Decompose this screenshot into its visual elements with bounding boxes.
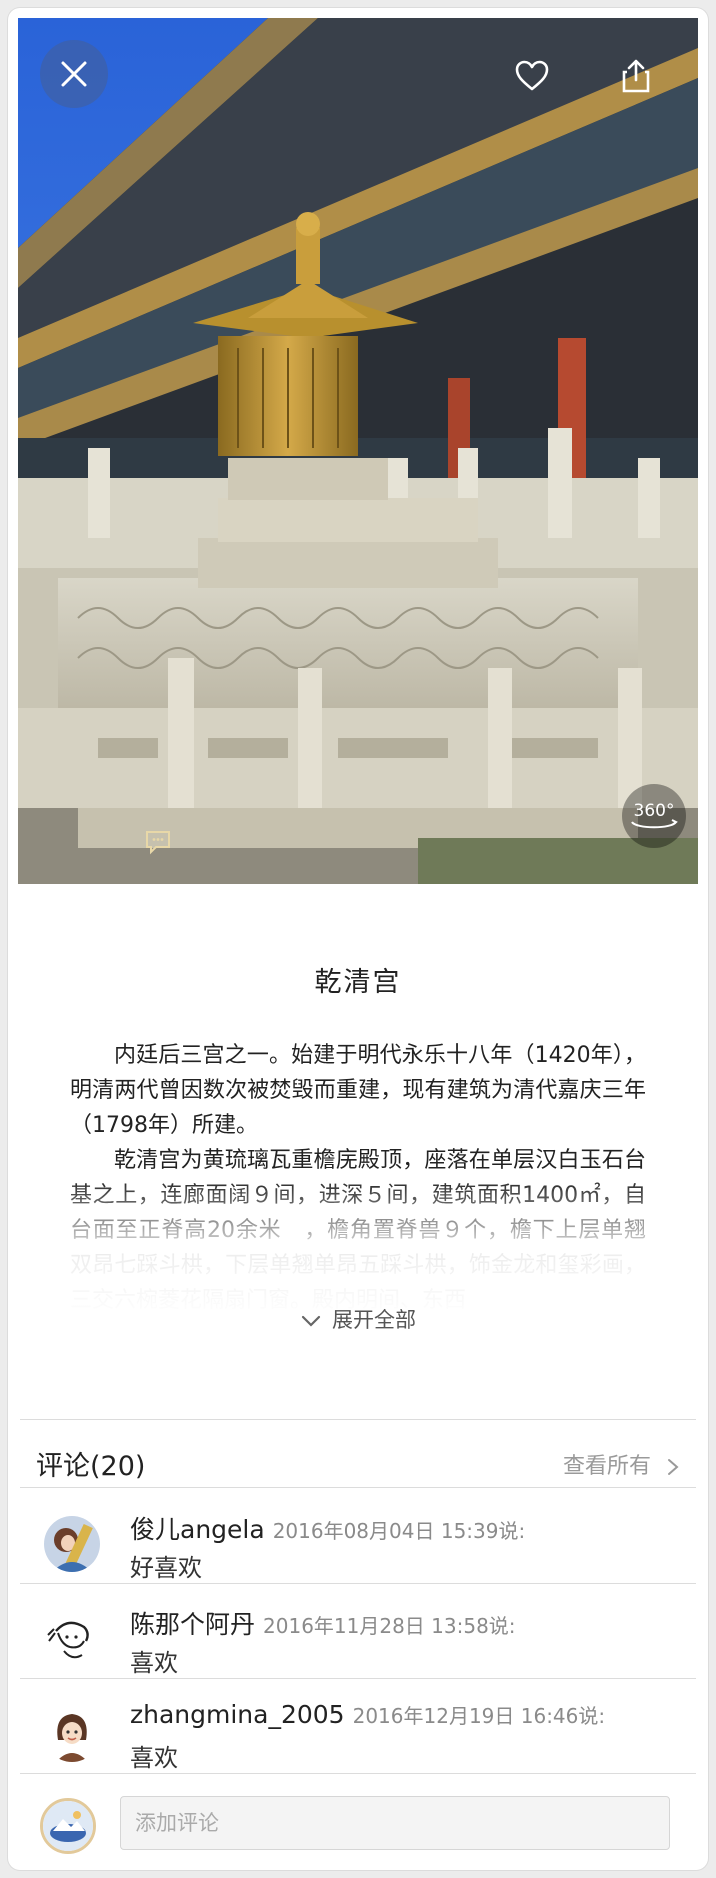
comments-header: 评论(20) xyxy=(36,1451,146,1482)
comment-text: 喜欢 xyxy=(130,1744,178,1772)
view-all-label: 查看所有 xyxy=(562,1454,651,1479)
divider xyxy=(20,1487,696,1488)
avatar[interactable] xyxy=(44,1706,100,1762)
chevron-down-icon xyxy=(301,1315,321,1327)
expand-all-label: 展开全部 xyxy=(332,1308,416,1332)
expand-all-button[interactable]: 展开全部 xyxy=(8,1304,708,1334)
comment-timestamp: 2016年08月04日 15:39说: xyxy=(272,1519,526,1543)
add-comment-input[interactable] xyxy=(120,1796,670,1850)
detail-card: 360° 乾清宫 内廷后三宫之一。始建于明代永乐十八年（1420年），明清两代曾… xyxy=(8,8,708,1870)
current-user-avatar xyxy=(40,1798,96,1854)
panorama-360-icon: 360° xyxy=(631,801,678,829)
comment-item[interactable]: 俊儿angela 2016年08月04日 15:39说: 好喜欢 xyxy=(32,1498,692,1592)
avatar[interactable] xyxy=(44,1611,100,1667)
panorama-360-button[interactable]: 360° xyxy=(622,784,686,848)
divider xyxy=(20,1773,696,1774)
comment-author-name[interactable]: zhangmina_2005 xyxy=(130,1700,345,1729)
view-all-comments-link[interactable]: 查看所有 xyxy=(563,1448,680,1480)
divider xyxy=(20,1419,696,1420)
page-title: 乾清宫 xyxy=(314,967,402,998)
divider xyxy=(20,1583,696,1584)
close-button[interactable] xyxy=(40,40,108,108)
svg-text:360°: 360° xyxy=(634,801,675,821)
comment-timestamp: 2016年11月28日 13:58说: xyxy=(263,1614,516,1638)
description-paragraph: 内廷后三宫之一。始建于明代永乐十八年（1420年），明清两代曾因数次被焚毁而重建… xyxy=(70,1043,646,1138)
comment-timestamp: 2016年12月19日 16:46说: xyxy=(352,1704,606,1728)
comment-author: 陈那个阿丹 2016年11月28日 13:58说: xyxy=(130,1605,516,1641)
share-icon[interactable] xyxy=(618,58,654,94)
hero-photo[interactable]: 360° xyxy=(18,18,698,884)
close-icon xyxy=(61,61,87,87)
description-fade xyxy=(48,1178,668,1318)
comment-item[interactable]: 陈那个阿丹 2016年11月28日 13:58说: 喜欢 xyxy=(32,1593,692,1687)
comment-author-name[interactable]: 俊儿angela xyxy=(130,1515,265,1544)
comment-bubble-icon[interactable] xyxy=(144,828,172,856)
comment-text: 好喜欢 xyxy=(130,1554,202,1582)
chevron-right-icon xyxy=(668,1459,679,1475)
comment-author: zhangmina_2005 2016年12月19日 16:46说: xyxy=(130,1700,605,1729)
comment-author-name[interactable]: 陈那个阿丹 xyxy=(130,1610,255,1639)
comment-text: 喜欢 xyxy=(130,1649,178,1677)
comment-item[interactable]: zhangmina_2005 2016年12月19日 16:46说: 喜欢 xyxy=(32,1688,692,1782)
comment-author: 俊儿angela 2016年08月04日 15:39说: xyxy=(130,1510,525,1546)
palace-photo xyxy=(18,18,698,884)
avatar[interactable] xyxy=(44,1516,100,1572)
heart-icon[interactable] xyxy=(514,58,550,94)
divider xyxy=(20,1678,696,1679)
